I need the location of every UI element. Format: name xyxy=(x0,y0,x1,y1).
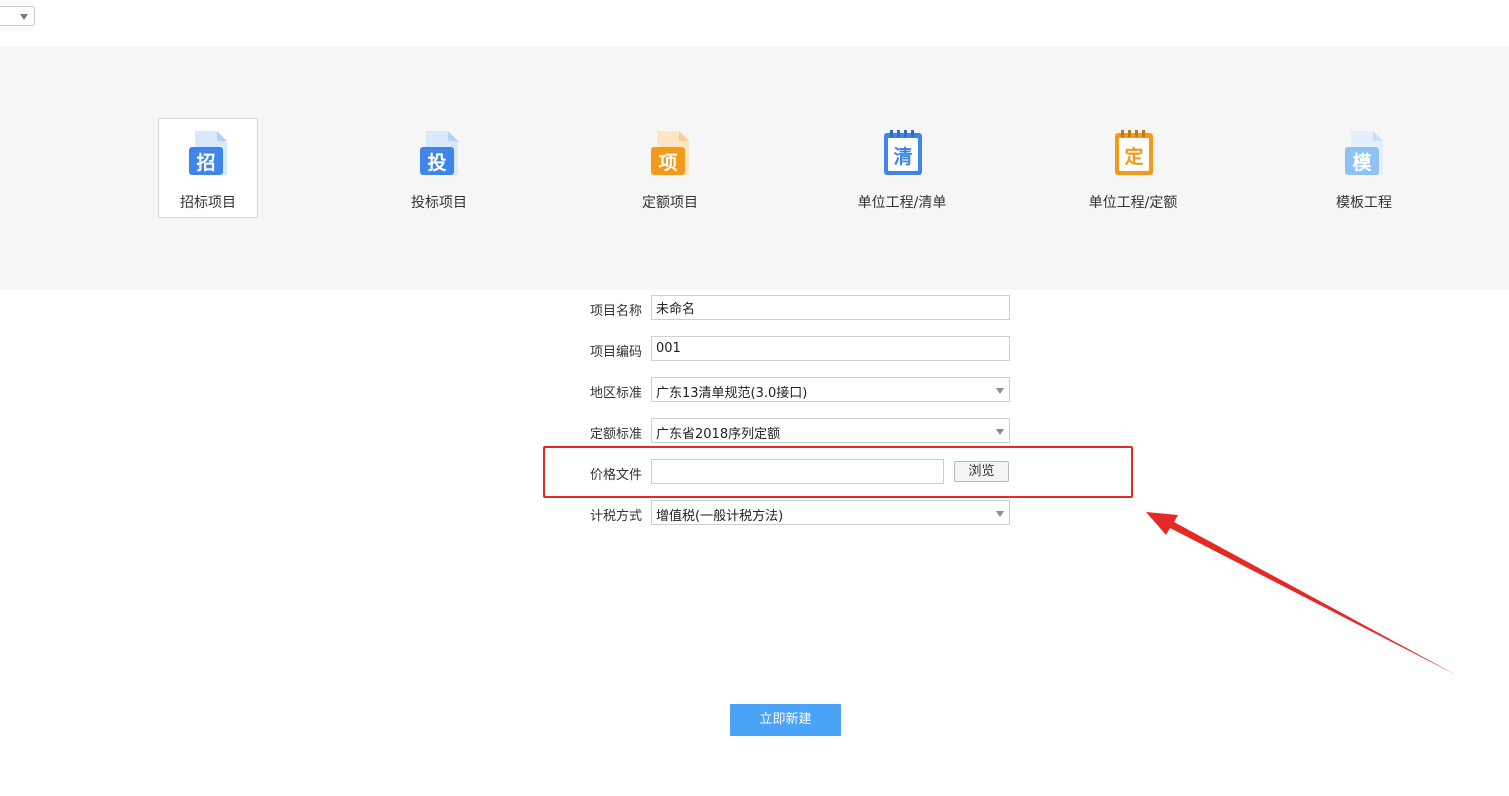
create-now-button[interactable]: 立即新建 xyxy=(730,704,841,736)
annotation-arrow-icon xyxy=(1146,512,1458,676)
